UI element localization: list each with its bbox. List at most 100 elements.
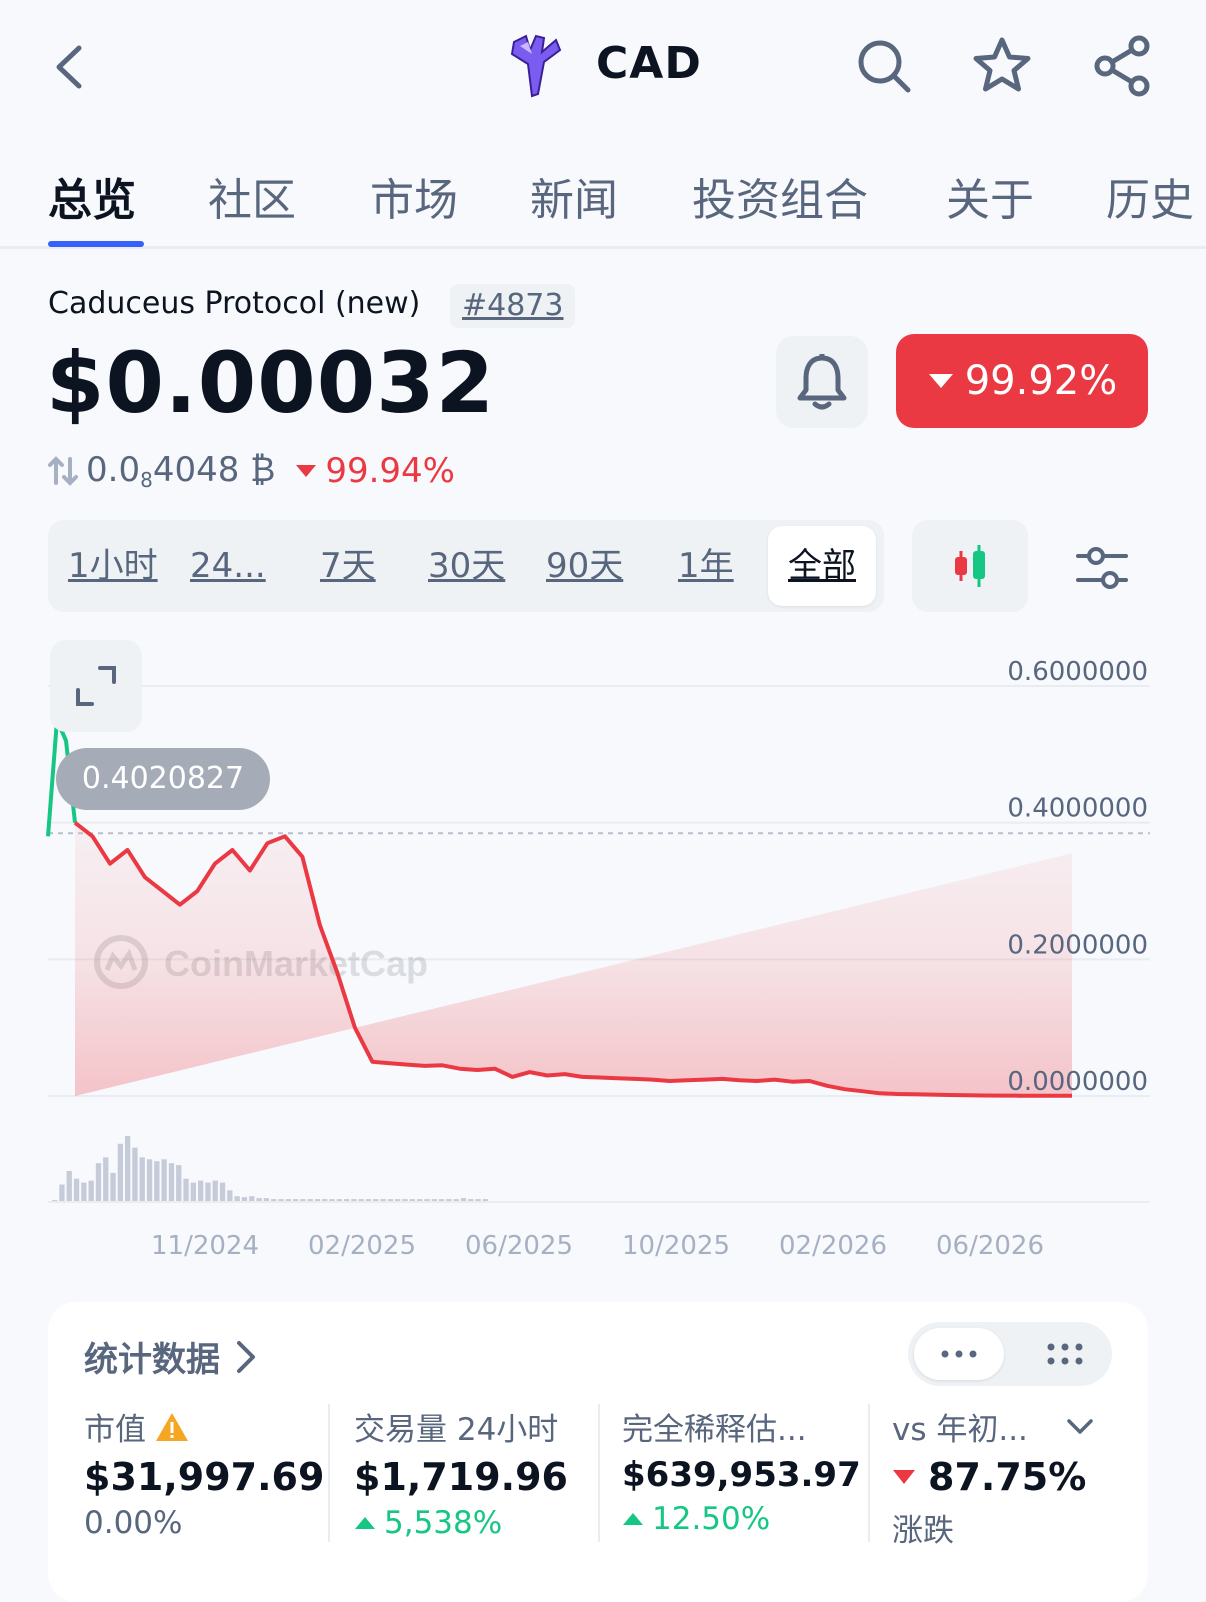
y-axis-tick-label: 0.4000000 — [1007, 794, 1148, 824]
tab-news[interactable]: 新闻 — [530, 164, 618, 228]
reference-price-tag: 0.4020827 — [56, 748, 270, 810]
triangle-down-icon — [296, 465, 317, 477]
list-view-button[interactable] — [914, 1328, 1004, 1380]
chevron-down-icon — [1067, 1418, 1093, 1434]
price-alert-button[interactable] — [776, 336, 868, 428]
share-icon — [1094, 35, 1150, 97]
tab-markets[interactable]: 市场 — [370, 164, 458, 228]
range-1y[interactable]: 1年 — [678, 520, 734, 612]
volume-bar — [212, 1180, 218, 1202]
more-dots-icon — [941, 1350, 977, 1358]
volume-bar — [95, 1163, 102, 1202]
volume-bar — [139, 1157, 145, 1202]
triangle-up-icon — [355, 1517, 375, 1529]
stat-divider — [868, 1404, 870, 1542]
stat-divider — [598, 1404, 600, 1542]
btc-change: 99.94% — [295, 451, 455, 491]
search-icon — [858, 40, 911, 93]
fullscreen-button[interactable] — [50, 640, 142, 732]
tab-about[interactable]: 关于 — [946, 164, 1034, 228]
tab-community[interactable]: 社区 — [208, 164, 296, 228]
current-price: $0.00032 — [46, 334, 496, 432]
volume-bar — [168, 1163, 175, 1202]
price-change-value: 99.92% — [964, 358, 1118, 404]
coin-full-name: Caduceus Protocol (new) — [48, 286, 421, 321]
y-axis-tick-label: 0.6000000 — [1007, 657, 1148, 687]
range-all[interactable]: 全部 — [768, 526, 876, 606]
star-icon — [973, 37, 1031, 92]
x-axis-tick-label: 06/2026 — [936, 1231, 1044, 1261]
volume-bar — [161, 1159, 167, 1202]
expand-icon — [76, 666, 116, 706]
grid-dots-icon — [1047, 1343, 1083, 1365]
tab-overview[interactable]: 总览 — [48, 164, 136, 228]
price-chart[interactable]: CoinMarketCap 0.60000000.40000000.200000… — [0, 630, 1206, 1270]
volume-bar — [81, 1182, 87, 1202]
x-axis-tick-label: 06/2025 — [465, 1231, 573, 1261]
sliders-icon — [1076, 547, 1128, 589]
volume-bar — [146, 1159, 153, 1202]
range-30d[interactable]: 30天 — [428, 520, 505, 612]
x-axis-tick-label: 02/2026 — [779, 1231, 887, 1261]
range-7d[interactable]: 7天 — [320, 520, 376, 612]
y-axis-tick-label: 0.2000000 — [1007, 930, 1148, 960]
volume-bar — [176, 1165, 182, 1202]
volume-bar — [190, 1182, 196, 1202]
stat-fully-diluted[interactable]: 完全稀释估... $639,953.97 12.50% — [622, 1404, 861, 1537]
active-tab-indicator — [48, 241, 144, 247]
search-button[interactable] — [852, 34, 916, 98]
btc-price-row: 0.084048 ₿ 99.94% — [48, 450, 455, 492]
volume-bar — [132, 1147, 138, 1202]
back-button[interactable] — [46, 40, 90, 94]
volume-bar — [66, 1170, 72, 1202]
stats-title-link[interactable]: 统计数据 — [84, 1332, 256, 1381]
rank-badge[interactable]: #4873 — [450, 284, 576, 328]
volume-bar — [117, 1143, 123, 1202]
x-axis-tick-label: 02/2025 — [308, 1231, 416, 1261]
volume-bar — [219, 1182, 226, 1202]
tab-portfolio[interactable]: 投资组合 — [692, 164, 868, 228]
volume-bar — [103, 1157, 109, 1202]
x-axis-tick-label: 10/2025 — [622, 1231, 730, 1261]
tab-bar: 总览 社区 市场 新闻 投资组合 关于 历史 — [0, 150, 1206, 249]
btc-price: 0.084048 ₿ — [86, 450, 276, 492]
volume-bar — [110, 1172, 116, 1202]
bell-icon — [797, 354, 847, 410]
tab-history[interactable]: 历史 — [1106, 164, 1194, 228]
price-change-badge: 99.92% — [896, 334, 1148, 428]
triangle-down-icon — [893, 1470, 915, 1484]
stats-title: 统计数据 — [84, 1340, 220, 1380]
candlestick-icon — [955, 545, 985, 587]
stats-view-toggle — [908, 1322, 1112, 1386]
volume-bar — [183, 1178, 189, 1202]
swap-arrows-icon — [48, 456, 78, 486]
volume-bar — [73, 1178, 80, 1202]
volume-bar — [125, 1136, 131, 1202]
stat-volume-24h[interactable]: 交易量 24小时 $1,719.96 5,538% — [354, 1404, 568, 1541]
volume-bar — [154, 1161, 160, 1202]
grid-view-button[interactable] — [1020, 1328, 1110, 1380]
chevron-left-icon — [56, 45, 82, 89]
volume-bar — [198, 1180, 204, 1202]
watchlist-star-button[interactable] — [970, 34, 1034, 98]
range-24h[interactable]: 24... — [190, 520, 266, 612]
warning-icon — [156, 1412, 188, 1441]
y-axis-tick-label: 0.0000000 — [1007, 1067, 1148, 1097]
coin-symbol: CAD — [596, 38, 702, 89]
candlestick-toggle-button[interactable] — [912, 520, 1028, 612]
volume-bar — [227, 1190, 233, 1202]
range-1h[interactable]: 1小时 — [68, 520, 158, 612]
time-range-selector: 1小时 24... 7天 30天 90天 1年 全部 — [48, 520, 884, 612]
stat-ytd-change[interactable]: vs 年初... 87.75% 涨跌 — [892, 1404, 1094, 1550]
triangle-up-icon — [623, 1513, 643, 1525]
stat-market-cap[interactable]: 市值 $31,997.69 0.00% — [84, 1404, 324, 1541]
share-button[interactable] — [1090, 34, 1154, 98]
triangle-down-icon — [928, 374, 953, 388]
chart-settings-button[interactable] — [1064, 530, 1140, 606]
volume-bar — [88, 1180, 94, 1202]
volume-bar — [59, 1184, 65, 1202]
chevron-right-icon — [237, 1340, 255, 1373]
volume-bar — [205, 1182, 211, 1202]
x-axis-tick-label: 11/2024 — [151, 1231, 259, 1261]
range-90d[interactable]: 90天 — [546, 520, 623, 612]
